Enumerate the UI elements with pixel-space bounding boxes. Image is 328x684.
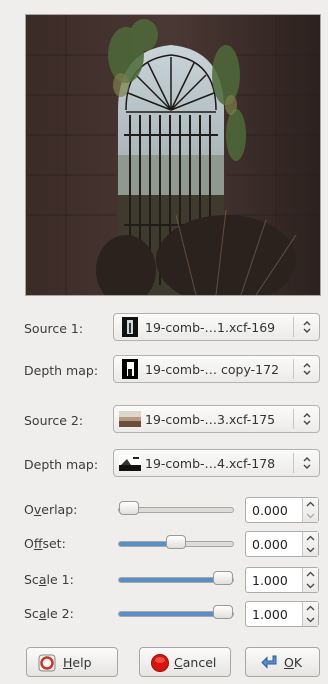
scale1-slider[interactable] [118, 571, 234, 585]
scale1-label: Scale 1: [24, 572, 74, 587]
scale2-spinbox[interactable]: 1.000 [245, 601, 319, 627]
scale2-slider-handle[interactable] [213, 605, 233, 619]
scale1-row: Scale 1: 1.000 [0, 565, 328, 595]
cancel-icon [151, 654, 169, 672]
depth1-value: 19-comb-… copy-172 [145, 362, 280, 377]
offset-row: Offset: 0.000 [0, 529, 328, 559]
source1-combo[interactable]: 19-comb-…1.xcf-169 [113, 313, 320, 341]
updown-arrow-icon [303, 363, 311, 375]
source2-value: 19-comb-…3.xcf-175 [145, 412, 276, 427]
offset-value: 0.000 [252, 537, 288, 552]
offset-slider[interactable] [118, 535, 234, 549]
scale1-slider-handle[interactable] [213, 571, 233, 585]
image-thumbnail-icon [119, 411, 141, 427]
source2-label: Source 2: [24, 413, 84, 428]
image-thumbnail-icon [122, 359, 138, 379]
spin-down-icon[interactable] [306, 512, 315, 519]
updown-arrow-icon [303, 321, 311, 333]
spin-up-icon[interactable] [306, 571, 315, 578]
depth1-combo[interactable]: 19-comb-… copy-172 [113, 355, 320, 383]
image-thumbnail-icon [122, 317, 138, 337]
depth2-label: Depth map: [24, 457, 99, 472]
scale1-spinbox[interactable]: 1.000 [245, 567, 319, 593]
offset-spinbox[interactable]: 0.000 [245, 531, 319, 557]
spin-down-icon[interactable] [306, 582, 315, 589]
scale2-label: Scale 2: [24, 606, 74, 621]
offset-label: Offset: [24, 536, 66, 551]
cancel-button-label: Cancel [174, 655, 217, 670]
spin-up-icon[interactable] [306, 501, 315, 508]
scale2-slider[interactable] [118, 605, 234, 619]
updown-arrow-icon [303, 457, 311, 469]
help-button-label: Help [63, 655, 92, 670]
overlap-value: 0.000 [252, 503, 288, 518]
source1-label: Source 1: [24, 321, 84, 336]
spin-down-icon[interactable] [306, 546, 315, 553]
depth1-label: Depth map: [24, 363, 99, 378]
updown-arrow-icon [303, 413, 311, 425]
source2-combo[interactable]: 19-comb-…3.xcf-175 [113, 405, 320, 433]
overlap-label: Overlap: [24, 502, 78, 517]
overlap-slider[interactable] [118, 501, 234, 515]
depth2-combo[interactable]: 19-comb-…4.xcf-178 [113, 449, 320, 477]
cancel-button[interactable]: Cancel [139, 647, 231, 677]
spin-up-icon[interactable] [306, 535, 315, 542]
offset-slider-handle[interactable] [166, 535, 186, 549]
image-thumbnail-icon [119, 455, 141, 471]
ok-button-label: OK [284, 655, 303, 670]
preview-image [25, 14, 321, 296]
overlap-spinbox[interactable]: 0.000 [245, 497, 319, 523]
scale2-value: 1.000 [252, 607, 288, 622]
help-button[interactable]: Help [26, 647, 118, 677]
return-arrow-icon [261, 655, 277, 669]
source1-value: 19-comb-…1.xcf-169 [145, 320, 276, 335]
scale2-row: Scale 2: 1.000 [0, 599, 328, 629]
spin-down-icon[interactable] [306, 616, 315, 623]
ok-button[interactable]: OK [245, 647, 320, 677]
preview-photo [26, 15, 320, 295]
help-icon [38, 654, 56, 672]
overlap-slider-handle[interactable] [119, 501, 139, 515]
overlap-row: Overlap: 0.000 [0, 495, 328, 525]
depth2-value: 19-comb-…4.xcf-178 [145, 456, 276, 471]
spin-up-icon[interactable] [306, 605, 315, 612]
scale1-value: 1.000 [252, 573, 288, 588]
